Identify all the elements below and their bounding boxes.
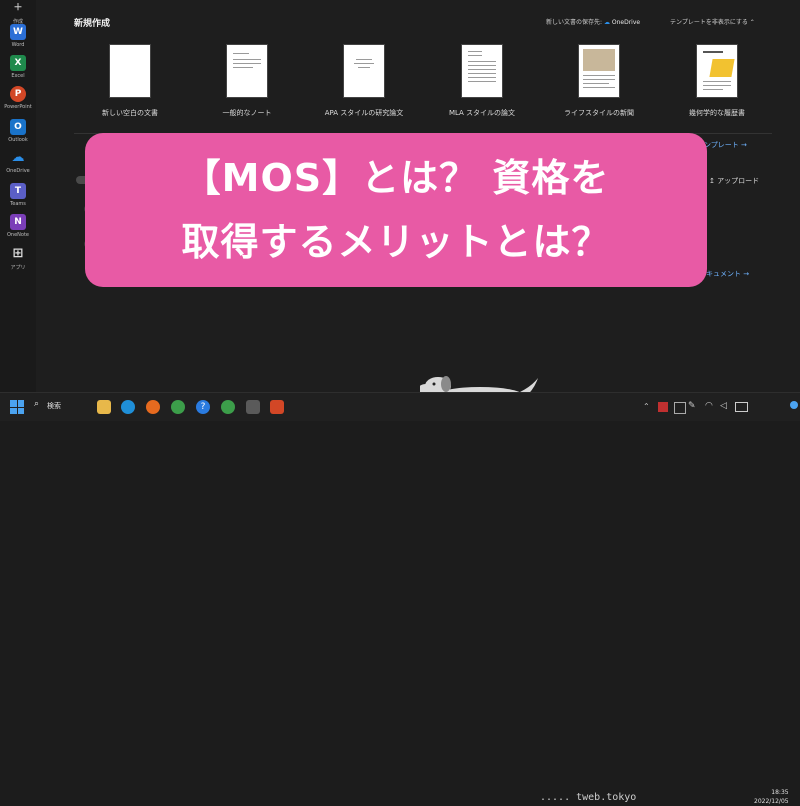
documents-link[interactable]: キュメント → <box>706 269 749 279</box>
tray-app-icon-2[interactable] <box>674 402 686 414</box>
tray-chevron-icon[interactable]: ⌃ <box>643 402 650 411</box>
upload-icon: ↥ <box>709 177 718 185</box>
rail-label-outlook: Outlook <box>8 137 28 143</box>
battery-icon[interactable] <box>735 402 748 412</box>
rail-label-apps: アプリ <box>10 265 26 271</box>
rail-item-apps[interactable]: ⊞ アプリ <box>0 246 36 271</box>
template-caption: MLA スタイルの論文 <box>448 109 516 117</box>
template-caption: 新しい空白の文書 <box>102 109 158 117</box>
save-location[interactable]: 新しい文書の保存先: ☁ OneDrive <box>546 17 640 26</box>
template-thumb <box>343 44 385 98</box>
office-icon[interactable] <box>270 400 284 414</box>
tray-pen-icon[interactable]: ✎ <box>688 401 696 411</box>
chrome-alt-icon[interactable] <box>221 400 235 414</box>
template-notes[interactable]: 一般的なノート <box>197 44 297 118</box>
template-blank[interactable]: 新しい空白の文書 <box>80 44 180 118</box>
site-watermark: ..... tweb.tokyo <box>540 792 637 803</box>
apps-grid-icon: ⊞ <box>12 246 24 261</box>
app-rail: ＋ 作成 W Word X Excel P PowerPoint O Outlo… <box>0 0 37 392</box>
rail-item-powerpoint[interactable]: P PowerPoint <box>0 86 36 110</box>
clock-date: 2022/12/05 <box>754 798 789 805</box>
rail-item-teams[interactable]: T Teams <box>0 183 36 207</box>
help-icon[interactable]: ? <box>196 400 210 414</box>
rail-label-excel: Excel <box>11 73 25 79</box>
template-newspaper[interactable]: ライフスタイルの新聞 <box>549 44 649 118</box>
template-caption: ライフスタイルの新聞 <box>564 109 634 117</box>
template-caption: 幾何学的な履歴書 <box>689 109 745 117</box>
teams-icon: T <box>10 183 26 199</box>
more-templates-link[interactable]: ンプレート → <box>704 140 747 150</box>
rail-label-word: Word <box>11 42 25 48</box>
taskbar-search[interactable]: 検索 <box>47 401 61 411</box>
excel-icon: X <box>10 55 26 71</box>
outlook-icon: O <box>10 119 26 135</box>
notification-badge[interactable] <box>790 401 798 409</box>
word-icon: W <box>10 24 26 40</box>
section-title: 新規作成 <box>74 19 111 29</box>
template-caption: 一般的なノート <box>222 109 272 117</box>
chrome-icon[interactable] <box>171 400 185 414</box>
plus-icon: ＋ <box>13 3 23 13</box>
upload-button[interactable]: ↥ アップロード <box>709 176 759 186</box>
banner-line-1: 【MOS】とは？ 資格を <box>182 156 610 200</box>
newspaper-photo <box>583 49 615 71</box>
template-mla[interactable]: MLA スタイルの論文 <box>432 44 532 118</box>
title-banner: 【MOS】とは？ 資格を 取得するメリットとは？ <box>85 133 707 287</box>
rail-label-onedrive: OneDrive <box>6 168 30 174</box>
template-thumb <box>226 44 268 98</box>
onenote-icon: N <box>10 214 26 230</box>
search-icon[interactable]: ⌕ <box>34 399 39 409</box>
upload-label: アップロード <box>717 177 760 185</box>
template-thumb <box>696 44 738 98</box>
onedrive-small-icon: ☁ <box>603 19 610 26</box>
template-apa[interactable]: APA スタイルの研究論文 <box>314 44 414 118</box>
template-thumb <box>109 44 151 98</box>
resume-shape <box>709 59 735 77</box>
rail-label-powerpoint: PowerPoint <box>4 104 32 110</box>
taskbar: ⌕ 検索 ? ..... tweb.tokyo ⌃ ✎ ◠ ◁ 18:35 20… <box>0 392 800 805</box>
template-caption: APA スタイルの研究論文 <box>324 109 404 117</box>
firefox-icon[interactable] <box>146 400 160 414</box>
edge-icon[interactable] <box>121 400 135 414</box>
rail-item-onenote[interactable]: N OneNote <box>0 214 36 238</box>
rail-item-excel[interactable]: X Excel <box>0 55 36 79</box>
rail-item-word[interactable]: W Word <box>0 24 36 48</box>
rail-item-onedrive[interactable]: ☁ OneDrive <box>0 150 36 174</box>
rail-label-teams: Teams <box>10 201 26 207</box>
powerpoint-icon: P <box>10 86 26 102</box>
windows-start-icon[interactable] <box>10 400 24 414</box>
save-location-label: 新しい文書の保存先: <box>546 19 603 26</box>
rail-label-onenote: OneNote <box>6 232 30 238</box>
banner-line-2: 取得するメリットとは？ <box>181 220 611 264</box>
save-location-value: OneDrive <box>611 19 641 26</box>
taskbar-clock[interactable]: 18:35 2022/12/05 <box>754 788 789 806</box>
template-resume[interactable]: 幾何学的な履歴書 <box>667 44 767 118</box>
hide-templates-button[interactable]: テンプレートを非表示にする ⌃ <box>670 17 755 26</box>
clock-time: 18:35 <box>771 789 789 796</box>
wifi-icon[interactable]: ◠ <box>705 401 713 411</box>
tray-app-icon[interactable] <box>658 402 668 412</box>
file-explorer-icon[interactable] <box>97 400 111 414</box>
create-rail-item[interactable]: ＋ 作成 <box>0 0 36 25</box>
template-thumb <box>578 44 620 98</box>
rail-item-outlook[interactable]: O Outlook <box>0 119 36 143</box>
volume-icon[interactable]: ◁ <box>720 401 727 411</box>
onedrive-icon: ☁ <box>11 150 25 165</box>
app-icon[interactable] <box>246 400 260 414</box>
template-thumb <box>461 44 503 98</box>
